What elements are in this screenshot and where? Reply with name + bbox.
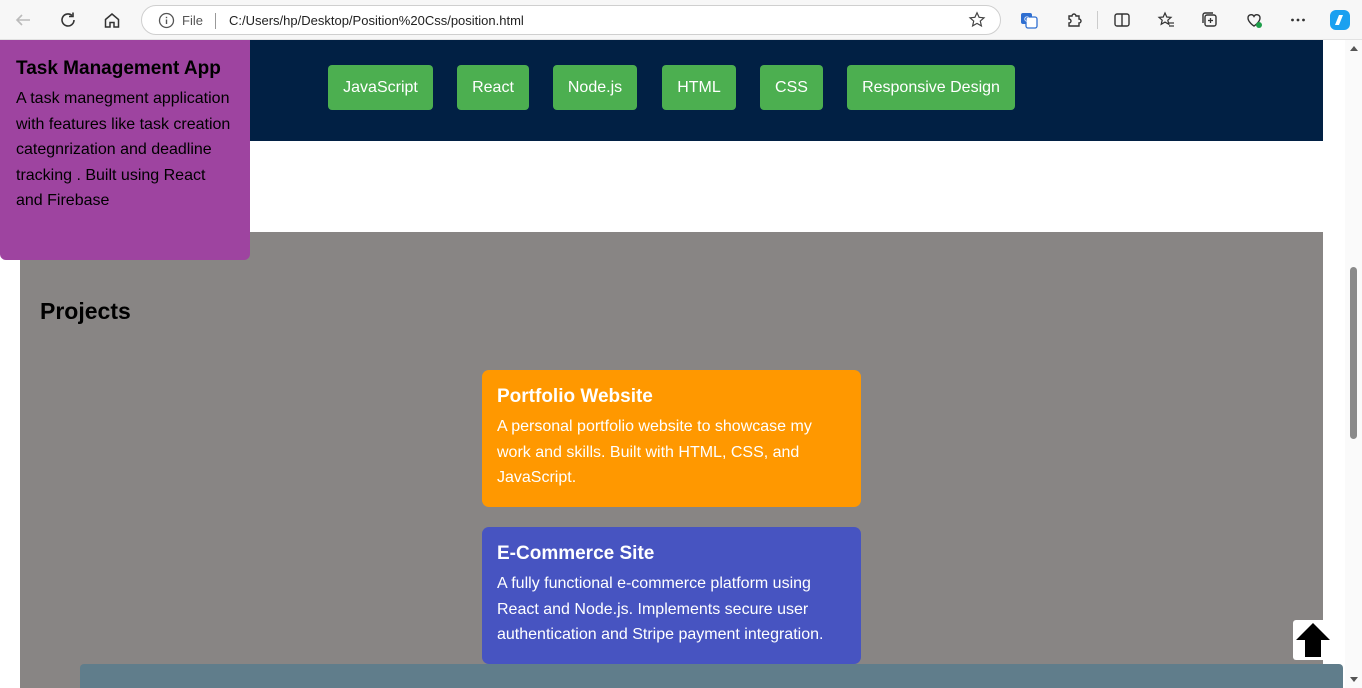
- translate-button[interactable]: G: [1019, 10, 1039, 30]
- project-title: E-Commerce Site: [497, 543, 655, 564]
- heart-pulse-icon: [1247, 14, 1262, 28]
- scroll-to-top-button[interactable]: [1293, 620, 1333, 660]
- arrow-up-icon: [1296, 623, 1330, 657]
- back-arrow-icon: [15, 14, 30, 26]
- back-button[interactable]: [10, 7, 36, 33]
- divider: [215, 13, 216, 29]
- project-description: A task manegment application with featur…: [16, 90, 231, 209]
- project-title: Portfolio Website: [497, 386, 653, 407]
- skill-badge[interactable]: Responsive Design: [847, 65, 1015, 110]
- browser-essentials-button[interactable]: [1244, 10, 1264, 30]
- projects-section: Projects Portfolio Website A personal po…: [20, 232, 1323, 688]
- info-icon[interactable]: [158, 12, 175, 29]
- scroll-up-arrow-icon[interactable]: [1350, 46, 1358, 51]
- copilot-icon: [1330, 10, 1350, 30]
- project-card-task-management[interactable]: Task Management App A task manegment app…: [0, 40, 250, 260]
- scroll-thumb[interactable]: [1350, 267, 1357, 439]
- project-description: A fully functional e-commerce platform u…: [497, 575, 824, 643]
- extensions-button[interactable]: [1064, 10, 1084, 30]
- project-card-ecommerce[interactable]: E-Commerce Site A fully functional e-com…: [482, 527, 861, 664]
- address-bar[interactable]: File C:/Users/hp/Desktop/Position%20Css/…: [141, 5, 1001, 35]
- vertical-scrollbar[interactable]: [1345, 40, 1362, 688]
- favorites-icon: [1157, 11, 1174, 27]
- svg-text:G: G: [1024, 16, 1029, 24]
- skill-badge[interactable]: React: [457, 65, 529, 110]
- project-title: Task Management App: [16, 58, 221, 79]
- star-icon[interactable]: [968, 11, 986, 29]
- skill-badge[interactable]: JavaScript: [328, 65, 433, 110]
- split-screen-icon: [1114, 13, 1130, 27]
- split-screen-button[interactable]: [1112, 10, 1132, 30]
- reload-button[interactable]: [55, 7, 81, 33]
- home-button[interactable]: [99, 7, 125, 33]
- project-card-portfolio[interactable]: Portfolio Website A personal portfolio w…: [482, 370, 861, 507]
- reload-icon: [61, 12, 75, 27]
- skill-badge[interactable]: CSS: [760, 65, 823, 110]
- toolbar-divider: [1097, 11, 1098, 29]
- home-icon: [104, 13, 120, 28]
- favorites-button[interactable]: [1156, 10, 1176, 30]
- more-icon: [1291, 18, 1305, 22]
- footer-bar: [80, 664, 1343, 688]
- url-text[interactable]: C:/Users/hp/Desktop/Position%20Css/posit…: [229, 13, 524, 28]
- collections-button[interactable]: [1200, 10, 1220, 30]
- scroll-down-arrow-icon[interactable]: [1350, 677, 1358, 682]
- puzzle-icon: [1068, 13, 1082, 27]
- translate-icon: G: [1021, 13, 1038, 29]
- collections-icon: [1202, 12, 1217, 27]
- browser-toolbar: File C:/Users/hp/Desktop/Position%20Css/…: [0, 0, 1362, 40]
- skill-badge[interactable]: Node.js: [553, 65, 637, 110]
- project-description: A personal portfolio website to showcase…: [497, 418, 812, 486]
- page-viewport: JavaScript React Node.js HTML CSS Respon…: [0, 40, 1345, 688]
- projects-heading: Projects: [40, 298, 131, 324]
- skill-badge[interactable]: HTML: [662, 65, 736, 110]
- copilot-button[interactable]: [1328, 8, 1352, 32]
- more-button[interactable]: [1288, 10, 1308, 30]
- scheme-label: File: [182, 13, 203, 28]
